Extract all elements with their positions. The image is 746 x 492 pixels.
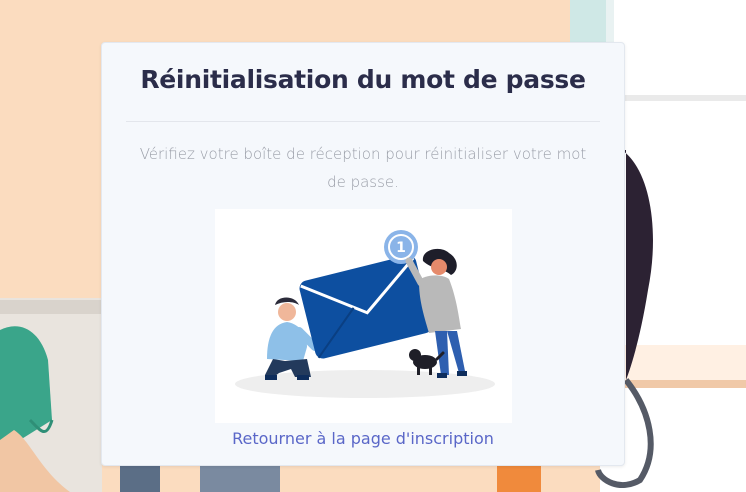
title-divider xyxy=(126,121,600,122)
notification-badge: 1 xyxy=(384,230,418,264)
return-to-signup-link[interactable]: Retourner à la page d'inscription xyxy=(102,429,624,448)
page-title: Réinitialisation du mot de passe xyxy=(140,65,586,94)
check-inbox-message: Vérifiez votre boîte de réception pour r… xyxy=(139,145,587,191)
envelope-notification-illustration: 1 xyxy=(215,209,512,423)
password-reset-card: Réinitialisation du mot de passe Vérifie… xyxy=(101,42,625,466)
badge-count: 1 xyxy=(396,240,406,256)
